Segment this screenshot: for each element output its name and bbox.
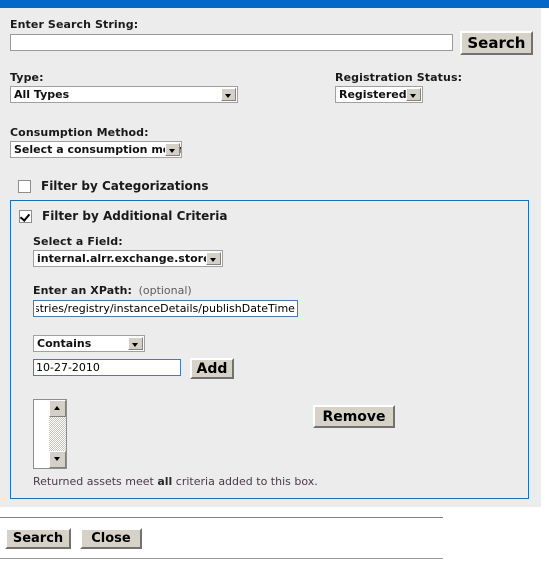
add-criteria-button[interactable]: Add (190, 358, 234, 379)
additional-criteria-panel: Filter by Additional Criteria Select a F… (10, 200, 529, 499)
criteria-note: Returned assets meet all criteria added … (33, 475, 528, 488)
search-string-label: Enter Search String: (10, 18, 139, 31)
filter-additional-criteria-checkbox[interactable] (19, 209, 32, 223)
select-field-label: Select a Field: (33, 235, 123, 248)
xpath-label: Enter an XPath: (33, 284, 133, 297)
footer-close-button[interactable]: Close (80, 528, 142, 549)
top-accent-bar (0, 0, 549, 8)
remove-criteria-button[interactable]: Remove (313, 405, 395, 428)
criteria-value-input[interactable] (33, 359, 181, 376)
criteria-note-emphasis: all (157, 475, 173, 488)
filter-categorizations-row[interactable]: Filter by Categorizations (10, 179, 533, 193)
criteria-listbox-scrollbar[interactable] (49, 400, 66, 468)
registration-status-label: Registration Status: (335, 71, 463, 84)
filter-categorizations-label: Filter by Categorizations (41, 179, 209, 193)
criteria-note-suffix: criteria added to this box. (172, 475, 318, 488)
field-select[interactable]: internal.alrr.exchange.store (33, 250, 223, 267)
xpath-input[interactable] (33, 300, 298, 317)
xpath-optional-note: (optional) (138, 284, 192, 297)
chevron-down-icon (406, 88, 421, 101)
consumption-method-value: Select a consumption method (14, 143, 181, 156)
scroll-down-arrow-icon[interactable] (49, 451, 66, 468)
type-label: Type: (10, 71, 44, 84)
type-and-status-row: Type: All Types Registration Status: Reg… (10, 71, 533, 106)
chevron-down-icon (165, 143, 180, 156)
scrollbar-track[interactable] (49, 417, 66, 451)
remove-button-wrap: Remove (313, 405, 395, 428)
filter-additional-criteria-row[interactable]: Filter by Additional Criteria (11, 201, 528, 223)
consumption-method-label: Consumption Method: (10, 126, 149, 139)
additional-criteria-body: Select a Field: internal.alrr.exchange.s… (11, 223, 528, 488)
footer-button-row: Search Close (0, 518, 549, 558)
search-string-row: Search (10, 31, 533, 55)
type-select-value: All Types (14, 88, 70, 101)
footer-divider-bottom (0, 558, 443, 559)
criteria-listbox[interactable] (33, 399, 67, 469)
consumption-method-select[interactable]: Select a consumption method (10, 141, 182, 158)
criteria-list-row: Remove (33, 399, 528, 469)
criteria-value-row: Add (33, 355, 528, 379)
search-form-panel: Enter Search String: Search Type: All Ty… (0, 8, 541, 507)
scroll-up-arrow-icon[interactable] (49, 400, 66, 417)
registration-status-select[interactable]: Registered (335, 86, 423, 103)
search-input[interactable] (10, 34, 453, 51)
filter-additional-criteria-label: Filter by Additional Criteria (42, 209, 228, 223)
type-select[interactable]: All Types (10, 86, 238, 103)
footer: Search Close (0, 507, 549, 559)
registration-status-column: Registration Status: Registered (335, 71, 462, 106)
chevron-down-icon (128, 337, 143, 350)
chevron-down-icon (206, 252, 221, 265)
operator-select[interactable]: Contains (33, 335, 145, 352)
xpath-label-row: Enter an XPath: (optional) (33, 284, 528, 297)
criteria-note-prefix: Returned assets meet (33, 475, 158, 488)
filter-categorizations-checkbox[interactable] (18, 179, 31, 193)
footer-search-button[interactable]: Search (5, 528, 71, 549)
chevron-down-icon (221, 88, 236, 101)
type-column: Type: All Types (10, 71, 335, 106)
search-button[interactable]: Search (459, 31, 533, 55)
consumption-method-row: Consumption Method: Select a consumption… (10, 126, 533, 161)
operator-row: Contains (33, 333, 528, 355)
field-select-value: internal.alrr.exchange.store (37, 252, 211, 265)
